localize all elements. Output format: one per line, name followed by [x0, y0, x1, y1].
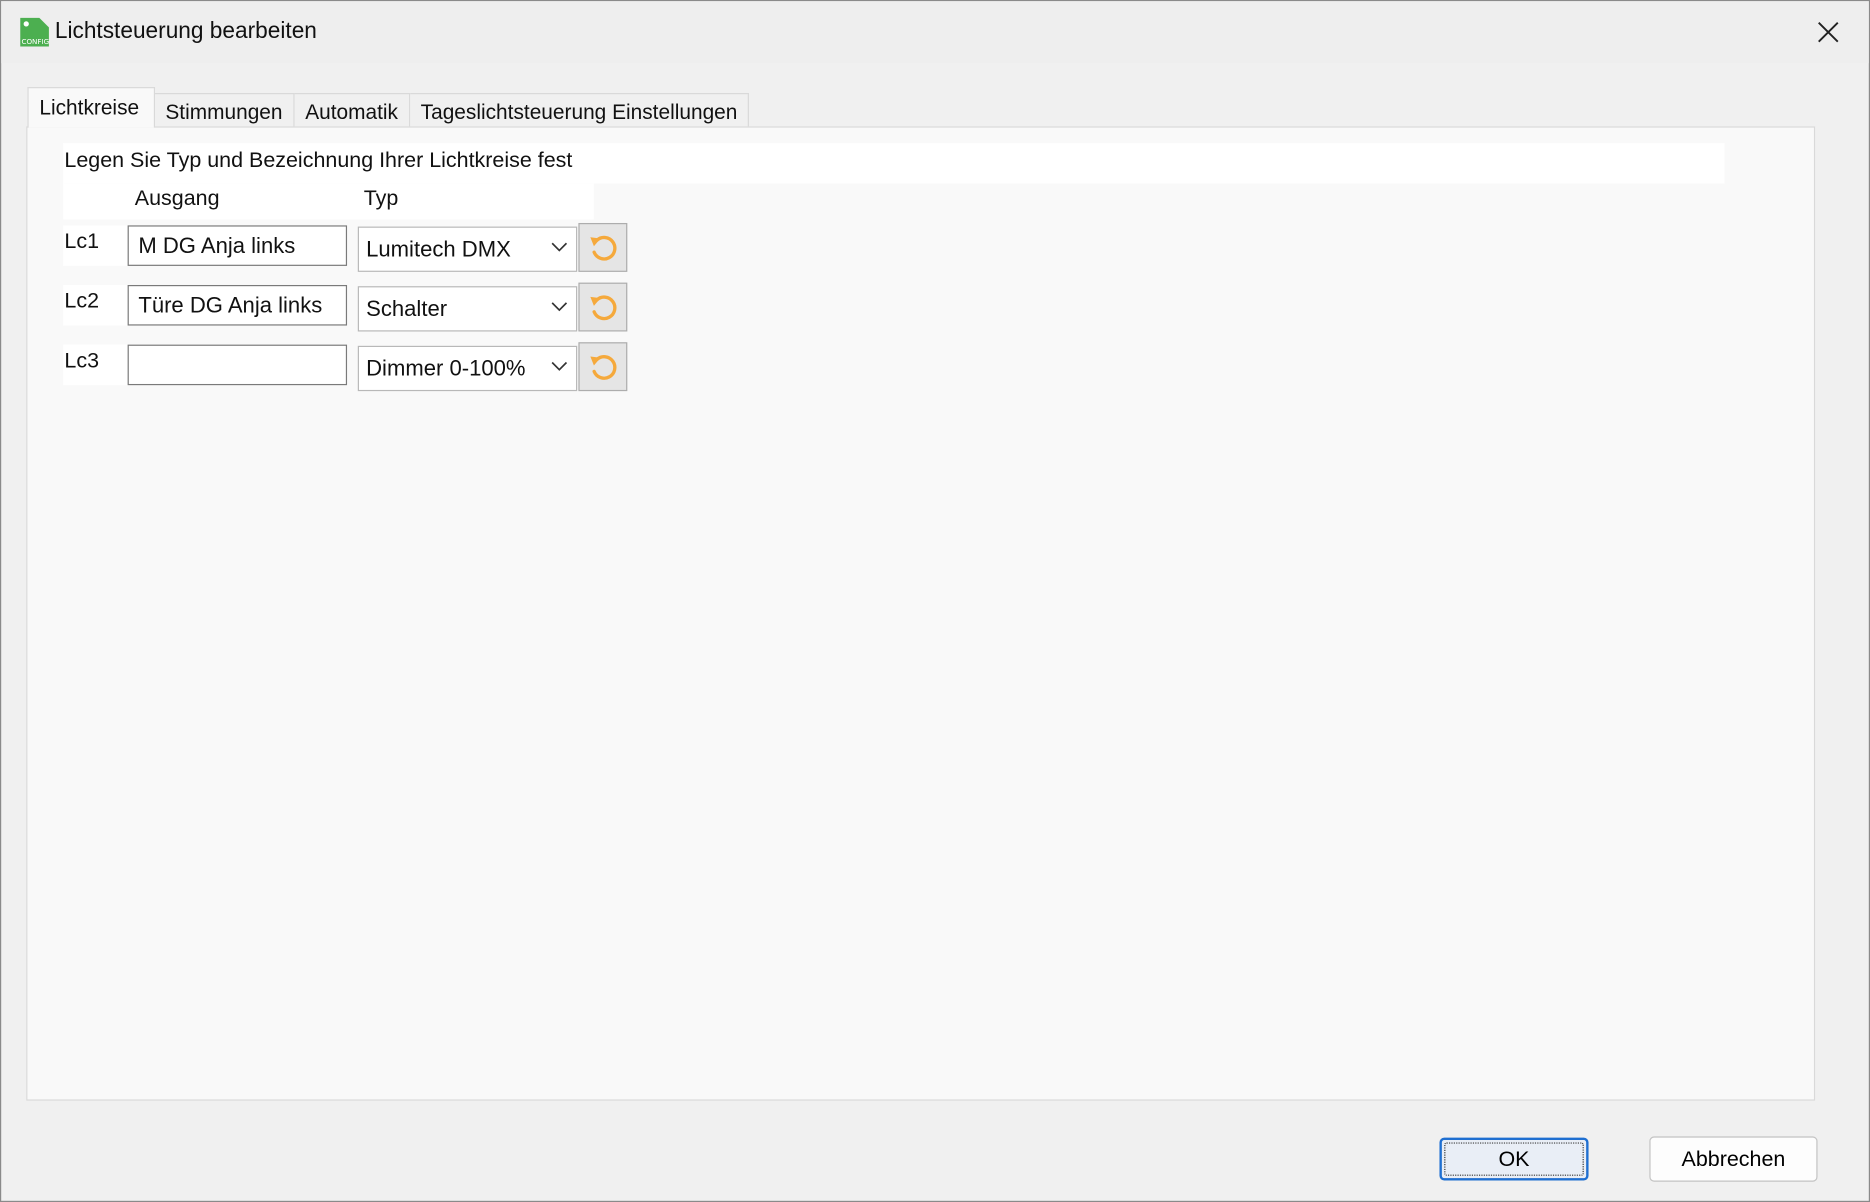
tab-tageslichtsteuerung-einstellungen[interactable]: Tageslichtsteuerung Einstellungen — [409, 93, 750, 128]
reset-button[interactable] — [578, 222, 628, 272]
chevron-down-icon — [551, 242, 568, 252]
reset-button[interactable] — [578, 282, 628, 332]
circuit-label: Lc1 — [63, 225, 128, 266]
tab-panel-lichtkreise: Legen Sie Typ und Bezeichnung Ihrer Lich… — [26, 126, 1816, 1101]
light-circuit-row: Lc1 Lumitech DMX — [63, 222, 629, 273]
type-select-value: Schalter — [366, 295, 448, 321]
type-select[interactable]: Lumitech DMX — [357, 226, 578, 272]
chevron-down-icon — [551, 302, 568, 312]
circuit-label: Lc3 — [63, 344, 128, 386]
dialog-window: CONFIG Lichtsteuerung bearbeiten Lichtkr… — [0, 0, 1870, 1202]
light-circuit-row: Lc3 Dimmer 0-100% — [63, 342, 629, 393]
tab-bar: Lichtkreise Stimmungen Automatik Tagesli… — [27, 87, 750, 128]
output-name-input[interactable] — [127, 284, 348, 326]
close-icon — [1818, 21, 1839, 43]
type-select[interactable]: Dimmer 0-100% — [357, 345, 578, 392]
output-name-input[interactable] — [127, 344, 348, 386]
light-circuit-row: Lc2 Schalter — [63, 282, 629, 333]
undo-icon — [589, 235, 616, 260]
circuit-label: Lc2 — [63, 284, 128, 326]
config-icon: CONFIG — [20, 17, 49, 47]
title-bar: CONFIG Lichtsteuerung bearbeiten — [1, 1, 1869, 64]
intro-text: Legen Sie Typ und Bezeichnung Ihrer Lich… — [63, 143, 1725, 184]
undo-icon — [589, 354, 616, 380]
chevron-down-icon — [551, 361, 568, 371]
undo-icon — [589, 294, 616, 320]
column-header-typ: Typ — [363, 186, 399, 210]
tab-lichtkreise[interactable]: Lichtkreise — [27, 87, 155, 128]
output-name-input[interactable] — [127, 225, 348, 266]
tab-automatik[interactable]: Automatik — [294, 93, 410, 128]
cancel-button[interactable]: Abbrechen — [1649, 1136, 1818, 1182]
type-select-value: Lumitech DMX — [366, 236, 511, 262]
reset-button[interactable] — [578, 342, 628, 392]
type-select-value: Dimmer 0-100% — [366, 355, 526, 381]
type-select[interactable]: Schalter — [357, 286, 578, 332]
tab-stimmungen[interactable]: Stimmungen — [154, 93, 295, 128]
column-header-ausgang: Ausgang — [134, 186, 220, 210]
window-title: Lichtsteuerung bearbeiten — [54, 19, 317, 45]
svg-text:CONFIG: CONFIG — [21, 37, 49, 46]
ok-button[interactable]: OK — [1439, 1137, 1589, 1181]
close-button[interactable] — [1802, 8, 1854, 56]
